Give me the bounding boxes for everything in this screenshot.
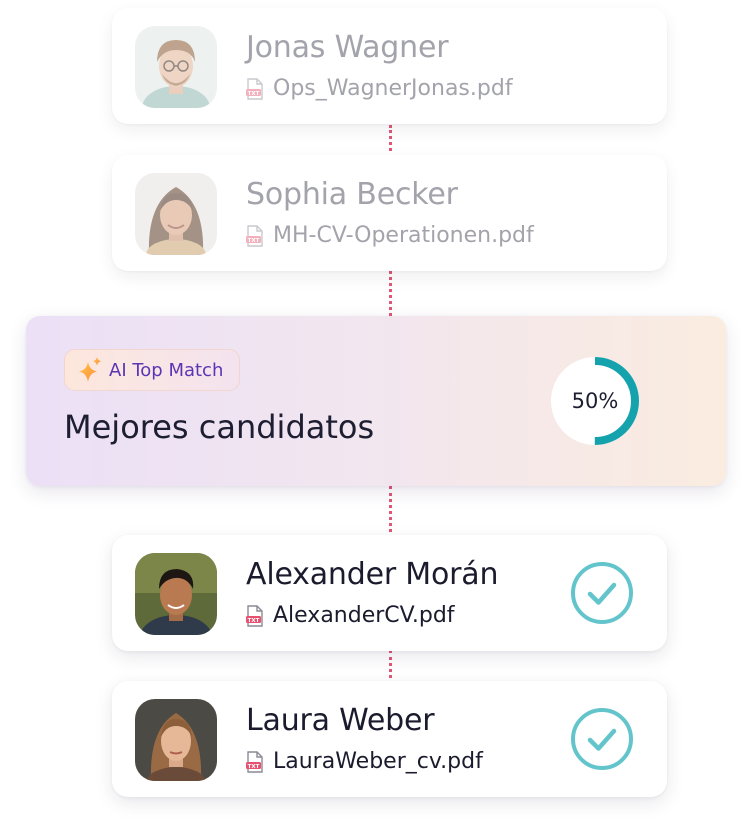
file-name: Ops_WagnerJonas.pdf (273, 76, 513, 101)
file-icon: TXT (246, 224, 263, 247)
candidate-name: Alexander Morán (246, 557, 499, 592)
file-attachment[interactable]: TXT LauraWeber_cv.pdf (246, 749, 483, 774)
candidate-card[interactable]: Laura Weber TXT LauraWeber_cv.pdf (112, 681, 667, 797)
file-name: LauraWeber_cv.pdf (273, 749, 483, 774)
file-type-tag: TXT (248, 617, 260, 623)
sparkle-icon (79, 357, 101, 382)
file-attachment[interactable]: TXT AlexanderCV.pdf (246, 603, 455, 628)
connector-line (389, 271, 395, 316)
candidate-name: Laura Weber (246, 703, 435, 738)
match-percent: 50% (571, 389, 619, 413)
check-circle-icon[interactable] (570, 707, 634, 771)
file-type-tag: TXT (248, 90, 260, 96)
ai-badge-label: AI Top Match (109, 359, 224, 381)
file-name: MH-CV-Operationen.pdf (273, 223, 534, 248)
match-progress-ring: 50% (548, 354, 642, 448)
avatar (135, 699, 217, 781)
file-type-tag: TXT (248, 237, 260, 243)
check-circle-icon[interactable] (570, 561, 634, 625)
file-name: AlexanderCV.pdf (273, 603, 455, 628)
file-icon: TXT (246, 77, 263, 100)
avatar (135, 553, 217, 635)
file-icon: TXT (246, 750, 263, 773)
connector-line (389, 650, 395, 678)
candidate-name: Sophia Becker (246, 177, 458, 212)
file-icon: TXT (246, 604, 263, 627)
candidate-card[interactable]: Alexander Morán TXT AlexanderCV.pdf (112, 535, 667, 651)
candidate-card[interactable]: Jonas Wagner TXT Ops_WagnerJonas.pdf (112, 8, 667, 124)
connector-line (389, 486, 395, 532)
candidate-name: Jonas Wagner (246, 30, 449, 65)
file-attachment[interactable]: TXT MH-CV-Operationen.pdf (246, 223, 534, 248)
ai-top-match-card[interactable]: AI Top Match Mejores candidatos 50% (26, 316, 726, 486)
candidate-card[interactable]: Sophia Becker TXT MH-CV-Operationen.pdf (112, 155, 667, 271)
avatar (135, 26, 217, 108)
file-type-tag: TXT (248, 763, 260, 769)
ai-top-match-badge: AI Top Match (64, 349, 241, 391)
file-attachment[interactable]: TXT Ops_WagnerJonas.pdf (246, 76, 513, 101)
match-title: Mejores candidatos (64, 408, 375, 446)
connector-line (389, 125, 395, 151)
avatar (135, 173, 217, 255)
